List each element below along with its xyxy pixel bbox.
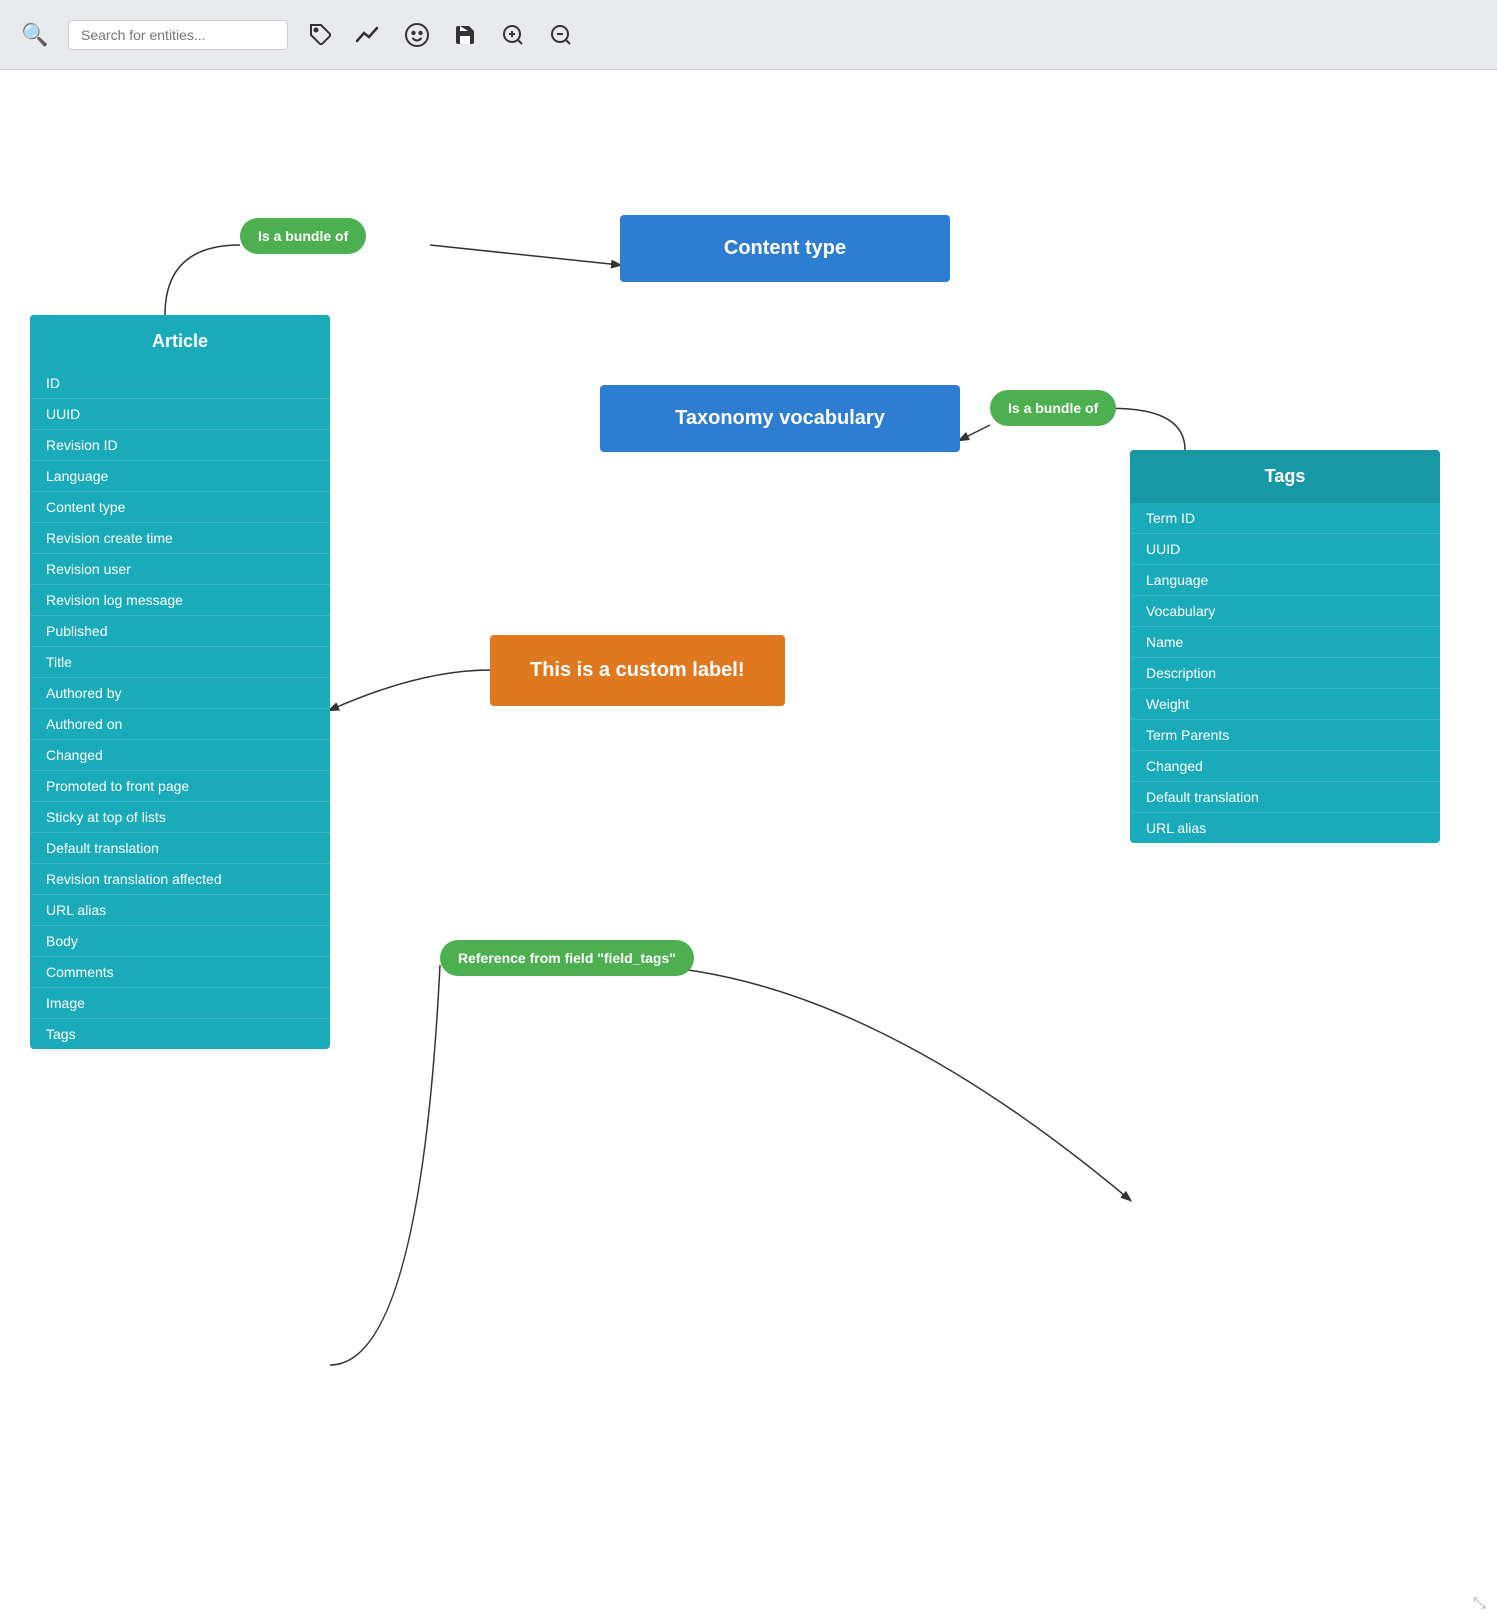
tags-field: Language bbox=[1130, 564, 1440, 595]
is-bundle-of-2-label[interactable]: Is a bundle of bbox=[990, 390, 1116, 426]
tags-fields: Term IDUUIDLanguageVocabularyNameDescrip… bbox=[1130, 503, 1440, 843]
tags-field: URL alias bbox=[1130, 812, 1440, 843]
search-input[interactable] bbox=[68, 20, 288, 50]
tags-field: Default translation bbox=[1130, 781, 1440, 812]
article-field: Title bbox=[30, 646, 330, 677]
content-type-node[interactable]: Content type bbox=[620, 215, 950, 282]
tags-entity-box[interactable]: Tags Term IDUUIDLanguageVocabularyNameDe… bbox=[1130, 450, 1440, 843]
resize-handle[interactable]: ⤡ bbox=[1473, 1595, 1489, 1611]
tags-field: Term ID bbox=[1130, 503, 1440, 533]
article-field: Promoted to front page bbox=[30, 770, 330, 801]
search-icon[interactable]: 🔍 bbox=[20, 20, 50, 50]
article-field: Revision user bbox=[30, 553, 330, 584]
article-fields: IDUUIDRevision IDLanguageContent typeRev… bbox=[30, 368, 330, 1049]
article-field: Language bbox=[30, 460, 330, 491]
tags-field: Vocabulary bbox=[1130, 595, 1440, 626]
article-field: Comments bbox=[30, 956, 330, 987]
tags-title: Tags bbox=[1130, 450, 1440, 503]
article-field: URL alias bbox=[30, 894, 330, 925]
tags-field: Changed bbox=[1130, 750, 1440, 781]
zoom-out-icon[interactable] bbox=[546, 20, 576, 50]
article-field: Authored on bbox=[30, 708, 330, 739]
article-field: Revision create time bbox=[30, 522, 330, 553]
zoom-in-icon[interactable] bbox=[498, 20, 528, 50]
tags-field: Description bbox=[1130, 657, 1440, 688]
article-field: Sticky at top of lists bbox=[30, 801, 330, 832]
is-bundle-of-1-label[interactable]: Is a bundle of bbox=[240, 218, 366, 254]
article-field: Tags bbox=[30, 1018, 330, 1049]
custom-label-node[interactable]: This is a custom label! bbox=[490, 635, 785, 706]
save-icon[interactable] bbox=[450, 20, 480, 50]
article-field: Revision translation affected bbox=[30, 863, 330, 894]
toolbar: 🔍 bbox=[0, 0, 1497, 70]
tags-field: Name bbox=[1130, 626, 1440, 657]
article-title: Article bbox=[30, 315, 330, 368]
trend-icon[interactable] bbox=[354, 20, 384, 50]
article-field: UUID bbox=[30, 398, 330, 429]
face-icon[interactable] bbox=[402, 20, 432, 50]
taxonomy-vocabulary-node[interactable]: Taxonomy vocabulary bbox=[600, 385, 960, 452]
article-field: Published bbox=[30, 615, 330, 646]
article-field: Revision ID bbox=[30, 429, 330, 460]
article-field: Changed bbox=[30, 739, 330, 770]
tags-field: UUID bbox=[1130, 533, 1440, 564]
tags-field: Term Parents bbox=[1130, 719, 1440, 750]
article-field: ID bbox=[30, 368, 330, 398]
tag-icon[interactable] bbox=[306, 20, 336, 50]
article-field: Authored by bbox=[30, 677, 330, 708]
article-field: Content type bbox=[30, 491, 330, 522]
canvas: Content type Taxonomy vocabulary Is a bu… bbox=[0, 70, 1497, 1619]
article-field: Image bbox=[30, 987, 330, 1018]
tags-field: Weight bbox=[1130, 688, 1440, 719]
article-field: Revision log message bbox=[30, 584, 330, 615]
reference-field-tags-label[interactable]: Reference from field "field_tags" bbox=[440, 940, 694, 976]
article-field: Body bbox=[30, 925, 330, 956]
article-field: Default translation bbox=[30, 832, 330, 863]
article-entity-box[interactable]: Article IDUUIDRevision IDLanguageContent… bbox=[30, 315, 330, 1049]
